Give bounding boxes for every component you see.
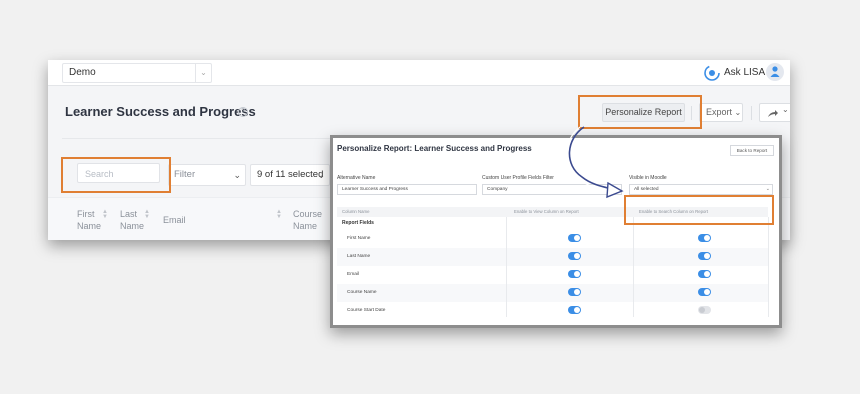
column-header-last-name[interactable]: Last Name <box>120 208 144 232</box>
profile-filter-value: Company <box>487 187 508 192</box>
column-row: Course Start Date <box>337 302 768 320</box>
chevron-down-icon: ⌄ <box>765 186 770 192</box>
search-toggle[interactable] <box>698 306 711 314</box>
table-divider <box>506 217 507 317</box>
chevron-down-icon: ⌄ <box>233 170 241 180</box>
lisa-assistant-icon[interactable] <box>703 64 721 82</box>
table-divider <box>768 217 769 317</box>
column-header-line: Last <box>120 209 138 219</box>
share-icon <box>768 110 778 117</box>
page-title: Learner Success and Progress <box>65 104 256 119</box>
personalize-report-screenshot: Personalize Report: Learner Success and … <box>330 135 782 328</box>
table-divider <box>633 217 634 317</box>
column-header-first-name[interactable]: First Name <box>77 208 101 232</box>
column-header-email[interactable]: Email <box>163 214 186 226</box>
export-label: Export <box>706 107 733 117</box>
view-toggle[interactable] <box>568 252 581 260</box>
chevron-down-icon: ⌄ <box>317 170 325 180</box>
help-icon[interactable]: ? <box>238 107 248 117</box>
top-bar: Demo ⌄ Ask LISA <box>48 60 790 86</box>
view-column-header: Enable to View Column on Report <box>514 209 579 214</box>
divider <box>62 138 362 139</box>
sort-icon[interactable]: ▲ ▼ <box>276 209 282 220</box>
chevron-down-icon: ⌄ <box>195 64 211 82</box>
visible-in-moodle-select[interactable]: All selected ⌄ <box>629 184 773 195</box>
column-row: Course Name <box>337 284 768 302</box>
export-button[interactable]: Export ⌄ <box>699 103 743 122</box>
organization-select-value: Demo <box>69 67 96 78</box>
column-row: Email <box>337 266 768 284</box>
search-toggle[interactable] <box>698 288 711 296</box>
user-icon <box>770 66 780 77</box>
column-row-name: Email <box>347 272 359 277</box>
view-toggle[interactable] <box>568 288 581 296</box>
view-toggle[interactable] <box>568 306 581 314</box>
organization-select[interactable]: Demo ⌄ <box>62 63 212 83</box>
chevron-down-icon: ⌄ <box>734 108 742 117</box>
panel-title: Personalize Report: Learner Success and … <box>337 144 532 153</box>
filter-select[interactable]: Filter ⌄ <box>168 164 246 186</box>
chevron-down-icon: ⌄ <box>782 105 789 114</box>
toolbar-divider <box>751 106 752 120</box>
column-row: Last Name <box>337 248 768 266</box>
column-header-line: Name <box>77 221 102 231</box>
column-row-name: First Name <box>347 236 371 241</box>
column-header-line: Course <box>293 209 323 219</box>
report-fields-label: Report Fields <box>342 220 374 226</box>
ask-lisa-label[interactable]: Ask LISA <box>724 67 765 78</box>
highlight-search-column-header <box>624 195 774 225</box>
column-header-line: First <box>77 209 95 219</box>
search-toggle[interactable] <box>698 252 711 260</box>
highlight-personalize-button <box>578 95 702 129</box>
column-row: First Name <box>337 230 768 248</box>
personalize-report-panel: Personalize Report: Learner Success and … <box>333 138 779 325</box>
column-name-header: Column Name <box>342 209 370 214</box>
search-toggle[interactable] <box>698 270 711 278</box>
column-header-line: Name <box>293 221 318 231</box>
profile-filter-label: Custom User Profile Fields Filter <box>482 175 554 181</box>
sort-icon[interactable]: ▲ ▼ <box>102 209 108 220</box>
column-header-course-name[interactable]: Course Name <box>293 208 322 232</box>
column-row-name: Course Start Date <box>347 308 386 313</box>
column-header-line: Email <box>163 215 186 225</box>
view-toggle[interactable] <box>568 270 581 278</box>
avatar[interactable] <box>766 63 784 81</box>
filter-value: Filter <box>174 169 196 180</box>
column-row-name: Last Name <box>347 254 371 259</box>
column-select-value: 9 of 11 selected <box>257 169 324 180</box>
column-header-line: Name <box>120 221 145 231</box>
curved-arrow-icon <box>566 126 624 199</box>
column-row-name: Course Name <box>347 290 377 295</box>
back-to-report-button[interactable]: Back to Report <box>730 145 774 156</box>
view-toggle[interactable] <box>568 234 581 242</box>
share-button[interactable]: ⌄ <box>759 103 790 122</box>
alternative-name-label: Alternative Name <box>337 175 376 181</box>
alternative-name-input[interactable]: Learner Success and Progress <box>337 184 477 195</box>
highlight-search-input <box>61 157 171 193</box>
search-toggle[interactable] <box>698 234 711 242</box>
column-select[interactable]: 9 of 11 selected ⌄ <box>250 164 330 186</box>
sort-icon[interactable]: ▲ ▼ <box>144 209 150 220</box>
